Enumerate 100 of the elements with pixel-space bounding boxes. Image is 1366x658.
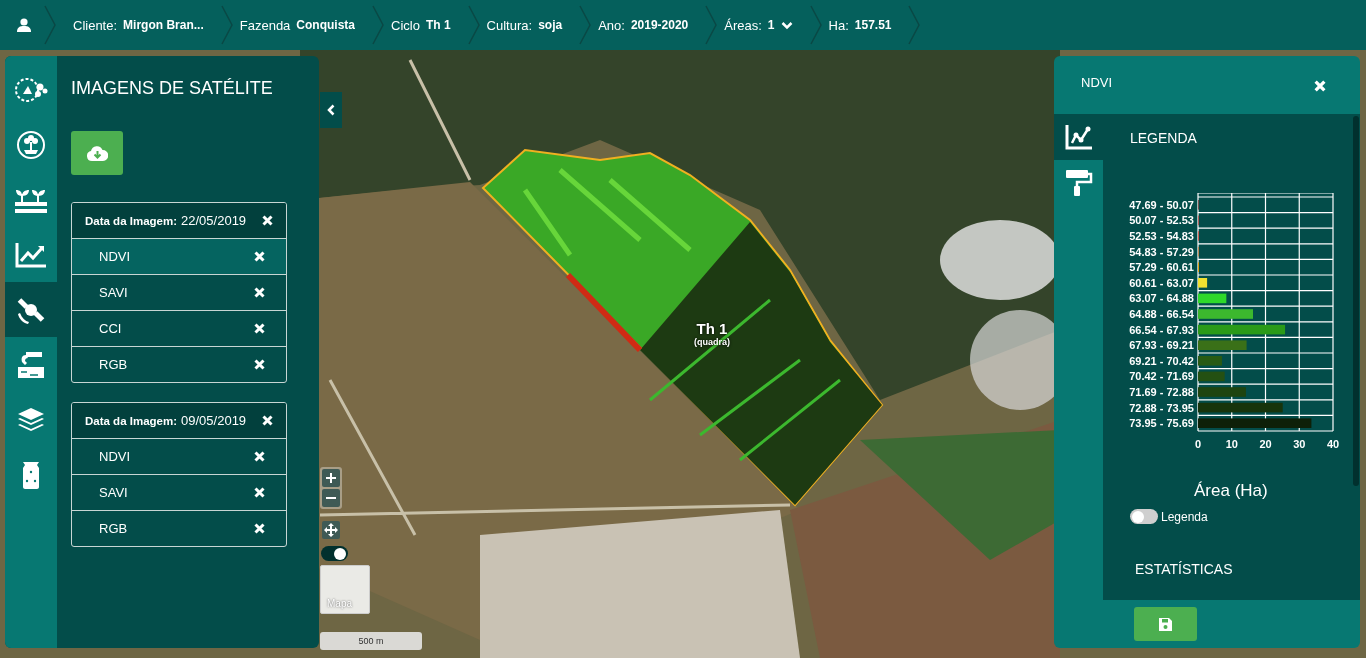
- histogram-bar: [1198, 309, 1253, 319]
- close-icon[interactable]: [254, 251, 265, 262]
- cloud-download-icon: [86, 145, 108, 161]
- breadcrumb-label: Ciclo: [391, 17, 420, 33]
- layer-name: NDVI: [99, 449, 131, 464]
- zoom-out-button[interactable]: [322, 489, 340, 507]
- chevron-left-icon: [327, 104, 335, 116]
- layer-name: RGB: [99, 521, 128, 536]
- histogram-bar: [1198, 356, 1222, 366]
- histogram-bar: [1198, 278, 1208, 288]
- range-label: 70.42 - 71.69: [1129, 370, 1194, 383]
- user-icon[interactable]: [17, 18, 31, 32]
- close-icon[interactable]: [254, 523, 265, 534]
- scrollbar[interactable]: [1353, 116, 1359, 486]
- index-layer-item[interactable]: CCI: [72, 310, 286, 346]
- breadcrumb-value: 157.51: [854, 18, 892, 32]
- range-label: 47.69 - 50.07: [1129, 198, 1194, 211]
- image-date: 22/05/2019: [181, 213, 248, 228]
- close-icon[interactable]: [254, 487, 265, 498]
- breadcrumb-label: Ano:: [598, 17, 625, 33]
- breadcrumb-label: Ha:: [828, 17, 849, 33]
- histogram-bar: [1198, 340, 1247, 350]
- histogram-bar: [1198, 293, 1227, 304]
- image-date: 09/05/2019: [181, 413, 248, 428]
- breadcrumb-label: Áreas:: [724, 17, 762, 33]
- fertilizer-bag-icon[interactable]: [20, 459, 42, 490]
- close-icon[interactable]: [254, 287, 265, 298]
- date-label: Data da Imagem:: [85, 214, 178, 227]
- plus-icon: [326, 473, 336, 483]
- range-label: 57.29 - 60.61: [1129, 261, 1194, 274]
- panel-title: IMAGENS DE SATÉLITE: [71, 78, 274, 99]
- panel-tab[interactable]: [1054, 114, 1103, 160]
- range-label: 54.83 - 57.29: [1129, 245, 1194, 258]
- field-label: Th 1: [695, 320, 729, 337]
- breadcrumb-value: soja: [538, 18, 563, 32]
- breadcrumb-label: Cliente:: [73, 17, 118, 33]
- plant-icon[interactable]: [16, 129, 46, 160]
- move-arrows-icon: [324, 523, 338, 537]
- layer-name: NDVI: [99, 249, 131, 264]
- layers-icon[interactable]: [16, 405, 46, 434]
- range-label: 66.54 - 67.93: [1129, 323, 1194, 336]
- histogram-bar: [1198, 371, 1225, 382]
- index-layer-item[interactable]: RGB: [72, 510, 286, 546]
- range-label: 52.53 - 54.83: [1129, 230, 1194, 242]
- close-icon[interactable]: [254, 359, 265, 370]
- layer-name: RGB: [99, 357, 128, 372]
- layer-name: CCI: [99, 321, 122, 336]
- breadcrumb-value: 1: [767, 18, 775, 32]
- axis-tick-label: 30: [1293, 438, 1306, 450]
- date-label: Data da Imagem:: [85, 414, 178, 427]
- index-layer-item[interactable]: NDVI: [72, 438, 286, 474]
- save-button[interactable]: [1134, 607, 1197, 641]
- range-label: 63.07 - 64.88: [1129, 292, 1194, 305]
- axis-title: Área (Ha): [1194, 481, 1269, 501]
- histogram-bar: [1198, 387, 1246, 397]
- range-label: 60.61 - 63.07: [1129, 276, 1194, 289]
- range-label: 64.88 - 66.54: [1129, 308, 1194, 320]
- breadcrumb-value: Conquista: [296, 18, 355, 32]
- axis-tick-label: 0: [1194, 438, 1202, 450]
- collapse-button[interactable]: [320, 92, 342, 128]
- paint-roller-icon[interactable]: [1064, 169, 1093, 197]
- section-title: LEGENDA: [1130, 130, 1198, 146]
- index-layer-item[interactable]: SAVI: [72, 474, 286, 510]
- sidebar-item[interactable]: [5, 282, 57, 337]
- layer-name: SAVI: [99, 285, 128, 300]
- index-layer-item[interactable]: NDVI: [72, 238, 286, 274]
- toggle-switch[interactable]: [1130, 509, 1158, 524]
- axis-tick-label: 10: [1225, 438, 1238, 450]
- axis-tick-label: 20: [1259, 438, 1272, 450]
- layer-name: SAVI: [99, 485, 128, 500]
- line-chart-icon[interactable]: [15, 241, 47, 268]
- breadcrumb-label: Fazenda: [239, 17, 291, 33]
- index-layer-item[interactable]: SAVI: [72, 274, 286, 310]
- close-icon[interactable]: [254, 451, 265, 462]
- toggle-label: Legenda: [1161, 509, 1208, 524]
- close-icon[interactable]: [1314, 80, 1326, 92]
- download-button[interactable]: [71, 131, 123, 175]
- close-icon[interactable]: [254, 323, 265, 334]
- range-label: 71.69 - 72.88: [1129, 386, 1194, 398]
- breadcrumb-value: Mirgon Bran...: [123, 18, 204, 32]
- line-chart-icon[interactable]: [1064, 124, 1093, 150]
- field-sublabel: (quadra): [693, 337, 731, 347]
- scale-label: 500 m: [358, 636, 384, 646]
- panel-title: NDVI: [1081, 75, 1113, 90]
- range-label: 67.93 - 69.21: [1129, 339, 1194, 352]
- range-label: 50.07 - 52.53: [1129, 214, 1194, 227]
- close-icon[interactable]: [262, 414, 273, 426]
- zoom-in-button[interactable]: [322, 469, 340, 487]
- section-title: ESTATÍSTICAS: [1135, 561, 1234, 577]
- axis-tick-label: 40: [1326, 438, 1340, 450]
- range-label: 72.88 - 73.95: [1129, 401, 1194, 414]
- index-layer-item[interactable]: RGB: [72, 346, 286, 382]
- chevron-down-icon[interactable]: [780, 20, 793, 30]
- range-label: 69.21 - 70.42: [1129, 354, 1194, 367]
- breadcrumb-value: Th 1: [425, 18, 451, 32]
- close-icon[interactable]: [262, 214, 273, 226]
- planter-icon[interactable]: [16, 349, 46, 380]
- pan-button[interactable]: [322, 521, 340, 539]
- breadcrumb-value: 2019-2020: [630, 18, 689, 32]
- breadcrumb-label: Cultura:: [486, 17, 533, 33]
